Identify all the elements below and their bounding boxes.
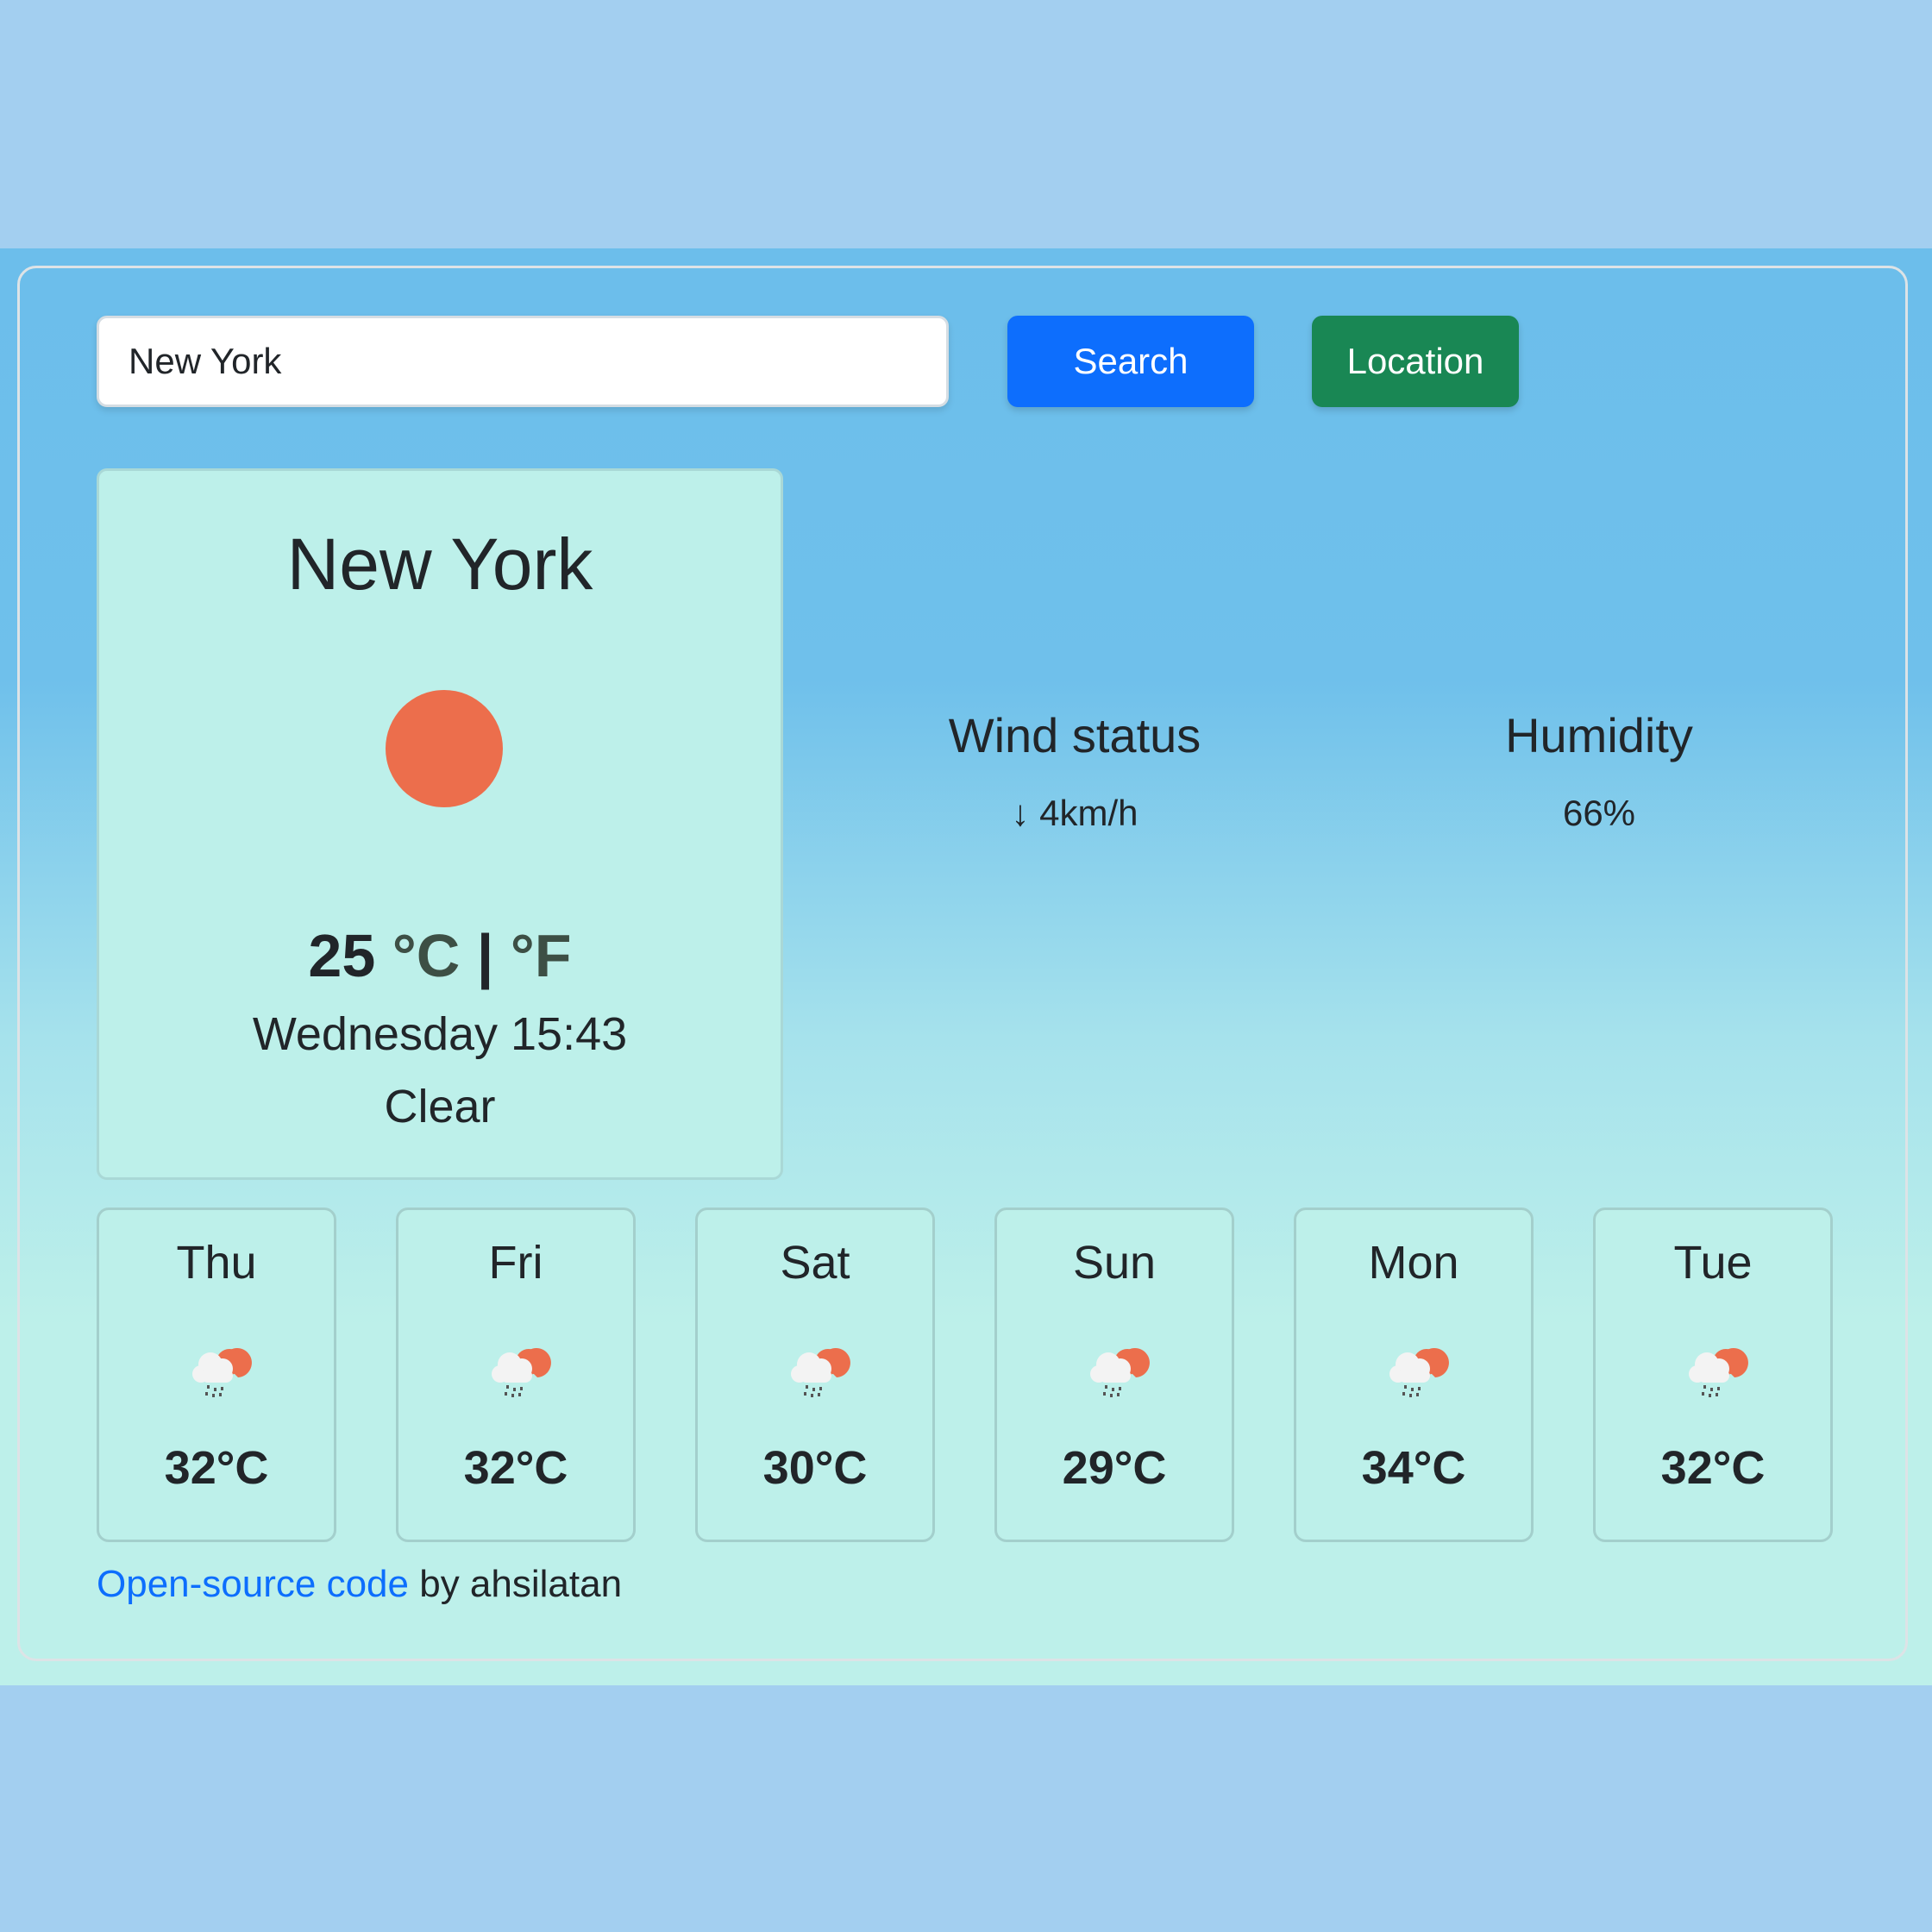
forecast-card: Sun 29°C: [994, 1208, 1234, 1542]
footer: Open-source code by ahsilatan: [97, 1563, 622, 1606]
forecast-temperature: 32°C: [463, 1442, 568, 1494]
forecast-temperature: 34°C: [1361, 1442, 1466, 1494]
current-weather-card: New York 25 °C | °F Wednesday 15:43 Clea…: [97, 468, 783, 1180]
forecast-card: Mon 34°C: [1294, 1208, 1534, 1542]
forecast-card: Thu 32°C: [97, 1208, 336, 1542]
forecast-temperature: 30°C: [762, 1442, 868, 1494]
wind-status-title: Wind status: [948, 708, 1201, 762]
celsius-toggle[interactable]: °C: [392, 922, 461, 989]
humidity: Humidity 66%: [1375, 707, 1823, 834]
current-datetime: Wednesday 15:43: [252, 1008, 628, 1060]
location-button[interactable]: Location: [1312, 316, 1519, 407]
forecast-day: Fri: [488, 1237, 543, 1289]
footer-author: by ahsilatan: [409, 1563, 623, 1605]
forecast-card: Sat 30°C: [695, 1208, 935, 1542]
forecast-card: Fri 32°C: [396, 1208, 636, 1542]
current-temperature: 25 °C | °F: [99, 921, 781, 990]
forecast-day: Thu: [176, 1237, 257, 1289]
unit-separator: |: [476, 922, 494, 989]
forecast-day: Tue: [1673, 1237, 1753, 1289]
forecast-temperature: 32°C: [164, 1442, 269, 1494]
search-button[interactable]: Search: [1007, 316, 1254, 407]
city-search-input[interactable]: [97, 316, 949, 407]
humidity-title: Humidity: [1505, 708, 1693, 762]
temperature-value: 25: [308, 922, 376, 989]
city-name: New York: [286, 524, 593, 605]
forecast-temperature: 32°C: [1660, 1442, 1766, 1494]
forecast-day: Sun: [1072, 1237, 1157, 1289]
clear-sun-icon: [386, 690, 503, 807]
rain-cloud-sun-icon: [492, 1348, 551, 1397]
fahrenheit-toggle[interactable]: °F: [511, 922, 572, 989]
rain-cloud-sun-icon: [791, 1348, 850, 1397]
rain-cloud-sun-icon: [1090, 1348, 1150, 1397]
wind-status-value: ↓ 4km/h: [1011, 793, 1138, 833]
humidity-value: 66%: [1562, 793, 1636, 833]
forecast-temperature: 29°C: [1062, 1442, 1167, 1494]
forecast-day: Mon: [1368, 1237, 1459, 1289]
forecast-day: Sat: [780, 1237, 850, 1289]
rain-cloud-sun-icon: [1389, 1348, 1449, 1397]
open-source-link[interactable]: Open-source code: [97, 1563, 409, 1605]
weather-condition: Clear: [384, 1081, 496, 1132]
forecast-card: Tue 32°C: [1593, 1208, 1833, 1542]
rain-cloud-sun-icon: [1689, 1348, 1748, 1397]
rain-cloud-sun-icon: [192, 1348, 252, 1397]
wind-status: Wind status ↓ 4km/h: [850, 707, 1299, 834]
